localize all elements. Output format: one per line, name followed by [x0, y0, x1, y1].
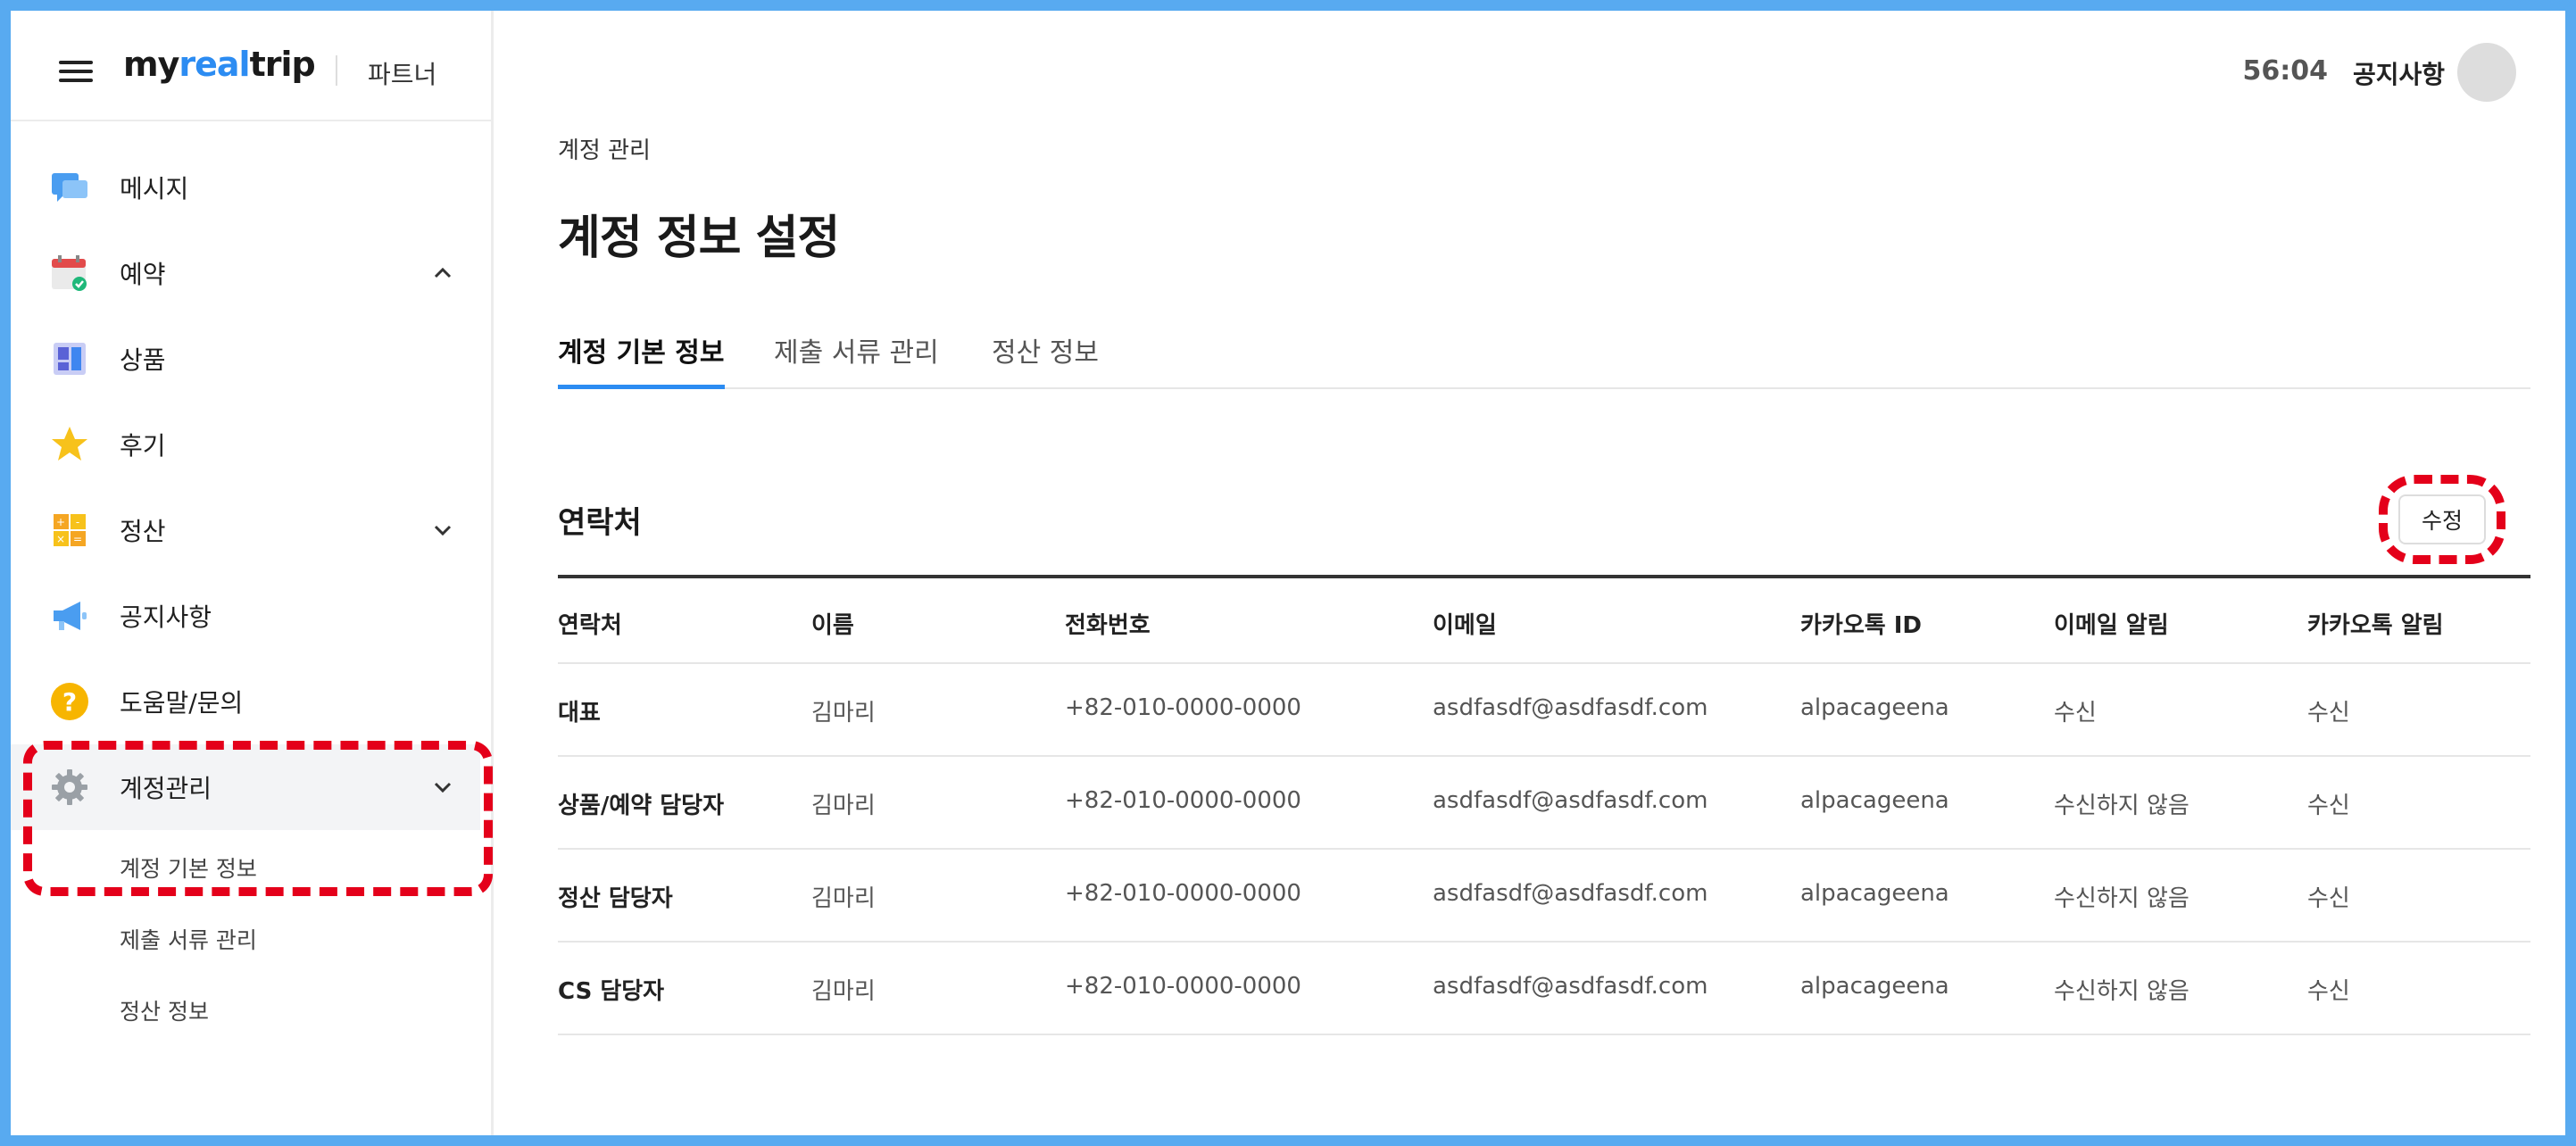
star-icon: [52, 427, 87, 461]
sidebar-subitem-basic-info[interactable]: 계정 기본 정보: [120, 851, 257, 884]
logo-divider: [336, 55, 337, 86]
column-header: 카카오톡 알림: [2307, 612, 2444, 639]
sidebar-item-message[interactable]: 메시지: [11, 145, 480, 230]
tab-basic-info[interactable]: 계정 기본 정보: [558, 330, 725, 389]
column-header: 연락처: [558, 612, 622, 639]
svg-text:-: -: [76, 516, 79, 528]
session-timer: 56:04: [2242, 55, 2329, 87]
table-cell: asdfasdf@asdfasdf.com: [1433, 880, 1708, 907]
sidebar-item-label: 공지사항: [120, 602, 212, 632]
sidebar-item-notice[interactable]: 공지사항: [11, 573, 480, 659]
table-cell: +82-010-0000-0000: [1065, 880, 1301, 907]
calculator-icon: + - × =: [54, 514, 86, 546]
sidebar-item-reservation[interactable]: 예약: [11, 230, 480, 316]
column-header: 이메일 알림: [2054, 612, 2169, 639]
table-cell: 상품/예약 담당자: [558, 793, 724, 819]
table-cell: 김마리: [811, 700, 876, 727]
table-cell: alpacageena: [1800, 787, 1949, 814]
sidebar-item-settlement[interactable]: + - × = 정산: [11, 487, 480, 573]
table-row: CS 담당자 김마리 +82-010-0000-0000 asdfasdf@as…: [558, 943, 2530, 1035]
table-cell: +82-010-0000-0000: [1065, 787, 1301, 814]
column-header: 카카오톡 ID: [1800, 612, 1922, 639]
svg-text:?: ?: [62, 687, 77, 717]
breadcrumb: 계정 관리: [558, 137, 651, 164]
table-cell: 수신하지 않음: [2054, 793, 2190, 819]
table-cell: asdfasdf@asdfasdf.com: [1433, 694, 1708, 721]
column-header: 이메일: [1433, 612, 1497, 639]
notice-link[interactable]: 공지사항: [2353, 55, 2445, 91]
main-content: 56:04 공지사항 계정 관리 계정 정보 설정 계정 기본 정보 제출 서류…: [494, 11, 2565, 1135]
table-cell: 김마리: [811, 978, 876, 1005]
help-icon: ?: [51, 683, 88, 720]
message-icon: [52, 173, 87, 202]
svg-text:=: =: [73, 533, 82, 545]
sidebar-header: myrealtrip 파트너: [11, 11, 491, 121]
chevron-down-icon[interactable]: [430, 775, 455, 800]
avatar[interactable]: [2457, 43, 2516, 102]
table-cell: 수신: [2054, 700, 2097, 727]
table-cell: CS 담당자: [558, 978, 665, 1005]
edit-button[interactable]: 수정: [2398, 494, 2486, 544]
sidebar-item-account[interactable]: 계정관리: [11, 744, 480, 830]
sidebar-subitem-settlement-info[interactable]: 정산 정보: [120, 994, 209, 1026]
sidebar-item-label: 예약: [120, 260, 166, 289]
logo-accent: real: [179, 45, 250, 84]
table-cell: alpacageena: [1800, 880, 1949, 907]
table-cell: asdfasdf@asdfasdf.com: [1433, 787, 1708, 814]
column-header: 전화번호: [1065, 612, 1151, 639]
section-title-contacts: 연락처: [558, 505, 642, 541]
logo-prefix: my: [123, 45, 179, 84]
sidebar-item-label: 도움말/문의: [120, 688, 244, 718]
table-cell: 수신: [2307, 793, 2350, 819]
table-cell: 김마리: [811, 793, 876, 819]
sidebar-item-label: 정산: [120, 517, 166, 546]
table-cell: +82-010-0000-0000: [1065, 973, 1301, 1000]
sidebar: myrealtrip 파트너 메시지 예약 상품 후기 + - × = 정산 공…: [11, 11, 494, 1135]
sidebar-item-product[interactable]: 상품: [11, 316, 480, 402]
logo[interactable]: myrealtrip: [123, 45, 316, 84]
sidebar-item-label: 계정관리: [120, 774, 212, 803]
table-cell: 김마리: [811, 885, 876, 912]
logo-suffix: trip: [249, 45, 316, 84]
svg-text:+: +: [56, 516, 65, 528]
table-cell: 수신: [2307, 700, 2350, 727]
tab-documents[interactable]: 제출 서류 관리: [774, 330, 939, 389]
sidebar-item-label: 상품: [120, 345, 166, 375]
table-cell: asdfasdf@asdfasdf.com: [1433, 973, 1708, 1000]
tab-bar: 계정 기본 정보 제출 서류 관리 정산 정보: [558, 320, 2530, 389]
column-header: 이름: [811, 612, 854, 639]
table-cell: alpacageena: [1800, 694, 1949, 721]
chevron-down-icon[interactable]: [430, 518, 455, 543]
sidebar-item-review[interactable]: 후기: [11, 402, 480, 487]
table-row: 대표 김마리 +82-010-0000-0000 asdfasdf@asdfas…: [558, 664, 2530, 757]
table-cell: 정산 담당자: [558, 885, 673, 912]
sidebar-item-help[interactable]: ? 도움말/문의: [11, 659, 480, 744]
sidebar-item-label: 메시지: [120, 174, 189, 203]
partner-label: 파트너: [368, 60, 437, 89]
table-cell: 수신: [2307, 978, 2350, 1005]
table-row: 정산 담당자 김마리 +82-010-0000-0000 asdfasdf@as…: [558, 850, 2530, 943]
sidebar-item-label: 후기: [120, 431, 166, 461]
table-header: 연락처 이름 전화번호 이메일 카카오톡 ID 이메일 알림 카카오톡 알림: [558, 575, 2530, 664]
table-cell: 수신하지 않음: [2054, 885, 2190, 912]
contacts-table: 연락처 이름 전화번호 이메일 카카오톡 ID 이메일 알림 카카오톡 알림 대…: [558, 575, 2530, 1035]
table-cell: 대표: [558, 700, 601, 727]
sidebar-subitem-documents[interactable]: 제출 서류 관리: [120, 923, 257, 955]
table-cell: 수신하지 않음: [2054, 978, 2190, 1005]
table-cell: 수신: [2307, 885, 2350, 912]
chevron-up-icon[interactable]: [430, 261, 455, 286]
svg-text:×: ×: [56, 533, 65, 545]
table-cell: alpacageena: [1800, 973, 1949, 1000]
tab-settlement-info[interactable]: 정산 정보: [992, 330, 1099, 389]
table-row: 상품/예약 담당자 김마리 +82-010-0000-0000 asdfasdf…: [558, 757, 2530, 850]
section-title-next: 후생 관리: [558, 1134, 680, 1135]
table-cell: +82-010-0000-0000: [1065, 694, 1301, 721]
gear-icon: [52, 769, 87, 805]
page-title: 계정 정보 설정: [558, 212, 840, 265]
megaphone-icon: [54, 602, 87, 630]
calendar-icon: [52, 255, 87, 291]
hamburger-menu-icon[interactable]: [59, 57, 95, 84]
product-icon: [54, 343, 86, 375]
app-window: myrealtrip 파트너 메시지 예약 상품 후기 + - × = 정산 공…: [0, 0, 2576, 1146]
